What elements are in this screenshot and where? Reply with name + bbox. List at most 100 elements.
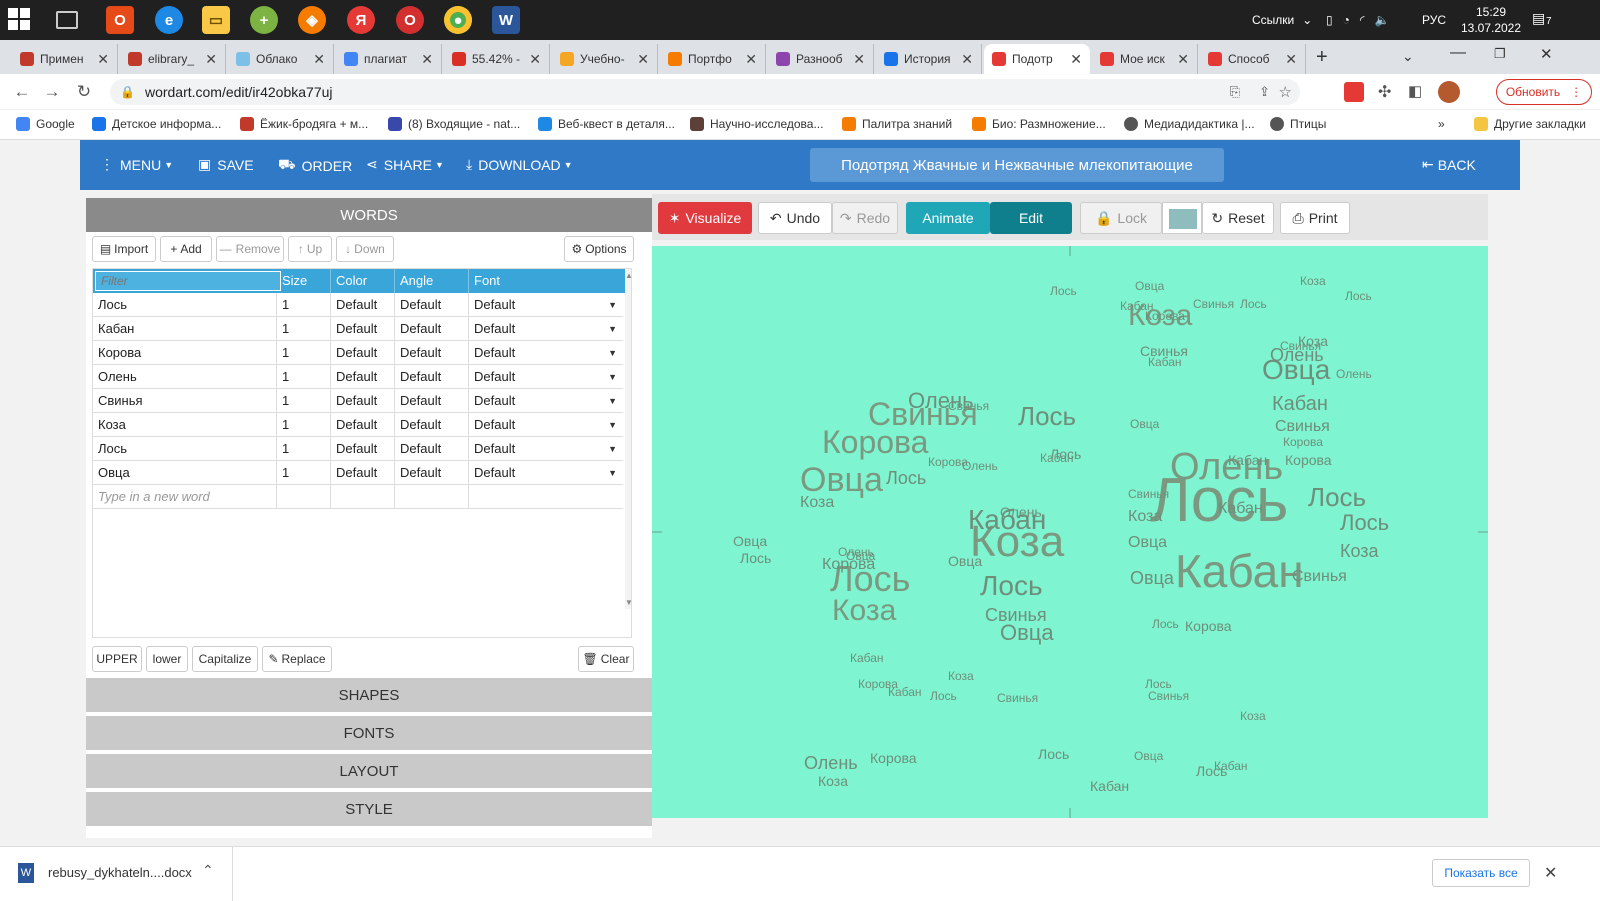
size-cell[interactable]: 1 (277, 413, 331, 437)
filter-input[interactable] (95, 271, 281, 291)
add-button[interactable]: + Add (160, 236, 212, 262)
down-button[interactable]: ↓ Down (336, 236, 394, 262)
color-cell[interactable]: Default (331, 389, 395, 413)
size-cell[interactable]: 1 (277, 461, 331, 485)
bookmark-item[interactable]: Ёжик-бродяга + м... (240, 117, 368, 131)
word-cell[interactable]: Корова (93, 341, 277, 365)
color-cell[interactable]: Default (331, 317, 395, 341)
font-cell[interactable]: Default (469, 437, 623, 461)
size-cell[interactable]: 1 (277, 389, 331, 413)
scroll-down-icon[interactable]: ▼ (625, 598, 631, 607)
table-row[interactable]: Лось 1 Default Default Default (93, 293, 623, 317)
side-panel-icon[interactable]: ◧ (1408, 82, 1422, 100)
word-cell[interactable]: Лось (93, 293, 277, 317)
bookmark-item[interactable]: Био: Размножение... (972, 117, 1106, 131)
minimize-icon[interactable]: — (1450, 44, 1466, 62)
menu-button[interactable]: ⋮ MENU ▼ (100, 156, 173, 173)
browser-tab[interactable]: Учебно- ✕ (552, 44, 658, 74)
close-icon[interactable]: ✕ (745, 51, 757, 68)
color-cell[interactable]: Default (331, 365, 395, 389)
close-icon[interactable]: ✕ (1544, 863, 1557, 883)
bookmark-item[interactable]: Медиадидактика |... (1124, 117, 1255, 131)
download-file-name[interactable]: rebusy_dykhateln....docx (48, 865, 192, 880)
chrome-icon[interactable]: ● (444, 6, 472, 34)
font-cell[interactable]: Default (469, 413, 623, 437)
window-close-icon[interactable]: ✕ (1540, 45, 1553, 63)
close-icon[interactable]: ✕ (637, 51, 649, 68)
close-icon[interactable]: ✕ (961, 51, 973, 68)
browser-tab[interactable]: elibrary_ ✕ (120, 44, 226, 74)
browser-tab[interactable]: Примен ✕ (12, 44, 118, 74)
update-browser-button[interactable]: Обновить ⋮ (1496, 79, 1592, 105)
close-icon[interactable]: ✕ (97, 51, 109, 68)
size-cell[interactable]: 1 (277, 365, 331, 389)
angle-cell[interactable]: Default (395, 365, 469, 389)
brave-browser-icon[interactable]: ◈ (298, 6, 326, 34)
notification-icon[interactable]: ▤ 7 (1532, 10, 1556, 30)
back-arrow-icon[interactable]: ← (10, 80, 34, 104)
table-row[interactable]: Олень 1 Default Default Default (93, 365, 623, 389)
plus-app-icon[interactable]: + (250, 6, 278, 34)
remove-button[interactable]: — Remove (216, 236, 284, 262)
color-cell[interactable]: Default (331, 293, 395, 317)
up-button[interactable]: ↑ Up (288, 236, 332, 262)
opera-icon[interactable]: O (396, 6, 424, 34)
close-icon[interactable]: ✕ (1070, 51, 1082, 68)
windows-start-icon[interactable] (8, 8, 30, 30)
table-row[interactable]: Овца 1 Default Default Default (93, 461, 623, 485)
angle-cell[interactable]: Default (395, 461, 469, 485)
new-tab-icon[interactable]: + (1316, 46, 1328, 69)
shapes-section-header[interactable]: SHAPES (86, 678, 652, 712)
word-cell[interactable]: Овца (93, 461, 277, 485)
angle-column-header[interactable]: Angle (395, 269, 469, 293)
browser-tab[interactable]: Облако ✕ (228, 44, 334, 74)
word-icon[interactable]: W (492, 6, 520, 34)
share-page-icon[interactable]: ⇪ (1259, 84, 1270, 100)
extensions-puzzle-icon[interactable]: ✣ (1378, 82, 1391, 102)
download-button[interactable]: ⤓ DOWNLOAD ▼ (466, 156, 573, 173)
browser-tab[interactable]: Портфо ✕ (660, 44, 766, 74)
size-cell[interactable]: 1 (277, 293, 331, 317)
browser-tab[interactable]: плагиат ✕ (336, 44, 442, 74)
bookmark-item[interactable]: Веб-квест в деталя... (538, 117, 675, 131)
clear-button[interactable]: 🗑 Clear (578, 646, 634, 672)
browser-tab[interactable]: Мое иск ✕ (1092, 44, 1198, 74)
lock-button[interactable]: 🔒 Lock (1080, 202, 1162, 234)
color-cell[interactable]: Default (331, 341, 395, 365)
edit-button[interactable]: Edit (990, 202, 1072, 234)
font-cell[interactable]: Default (469, 389, 623, 413)
chevron-up-icon[interactable]: ⌃ (202, 862, 214, 879)
font-cell[interactable]: Default (469, 293, 623, 317)
word-cloud-canvas[interactable]: Лось Кабан Олень Лось Коза Кабан Лось Свинья Овц… (652, 246, 1488, 818)
profile-avatar[interactable] (1438, 81, 1460, 103)
back-button[interactable]: ⇤ BACK (1422, 156, 1476, 173)
translate-icon[interactable]: ⎘ (1230, 84, 1240, 100)
font-cell[interactable]: Default (469, 341, 623, 365)
scroll-up-icon[interactable]: ▲ (625, 271, 631, 280)
animate-button[interactable]: Animate (906, 202, 990, 234)
layout-section-header[interactable]: LAYOUT (86, 754, 652, 788)
tab-search-icon[interactable]: ⌄ (1402, 48, 1414, 65)
style-section-header[interactable]: STYLE (86, 792, 652, 826)
undo-button[interactable]: ↶ Undo (758, 202, 832, 234)
edge-icon[interactable]: e (155, 6, 183, 34)
table-row[interactable]: Коза 1 Default Default Default (93, 413, 623, 437)
capitalize-button[interactable]: Capitalize (192, 646, 258, 672)
word-cell[interactable]: Лось (93, 437, 277, 461)
fonts-section-header[interactable]: FONTS (86, 716, 652, 750)
new-word-row[interactable]: Type in a new word (93, 485, 623, 509)
language-indicator[interactable]: РУС (1422, 0, 1446, 40)
word-cell[interactable]: Свинья (93, 389, 277, 413)
size-cell[interactable]: 1 (277, 341, 331, 365)
font-cell[interactable]: Default (469, 365, 623, 389)
color-cell[interactable]: Default (331, 461, 395, 485)
browser-tab-active[interactable]: Подотр ✕ (984, 44, 1090, 74)
word-cell[interactable]: Олень (93, 365, 277, 389)
upper-case-button[interactable]: UPPER (92, 646, 142, 672)
word-cell[interactable]: Кабан (93, 317, 277, 341)
bookmark-item[interactable]: Google (16, 117, 75, 131)
print-button[interactable]: ⎙ Print (1280, 202, 1350, 234)
table-scrollbar[interactable]: ▲ ▼ (625, 269, 631, 609)
restore-icon[interactable]: ❐ (1494, 46, 1506, 62)
table-row[interactable]: Корова 1 Default Default Default (93, 341, 623, 365)
